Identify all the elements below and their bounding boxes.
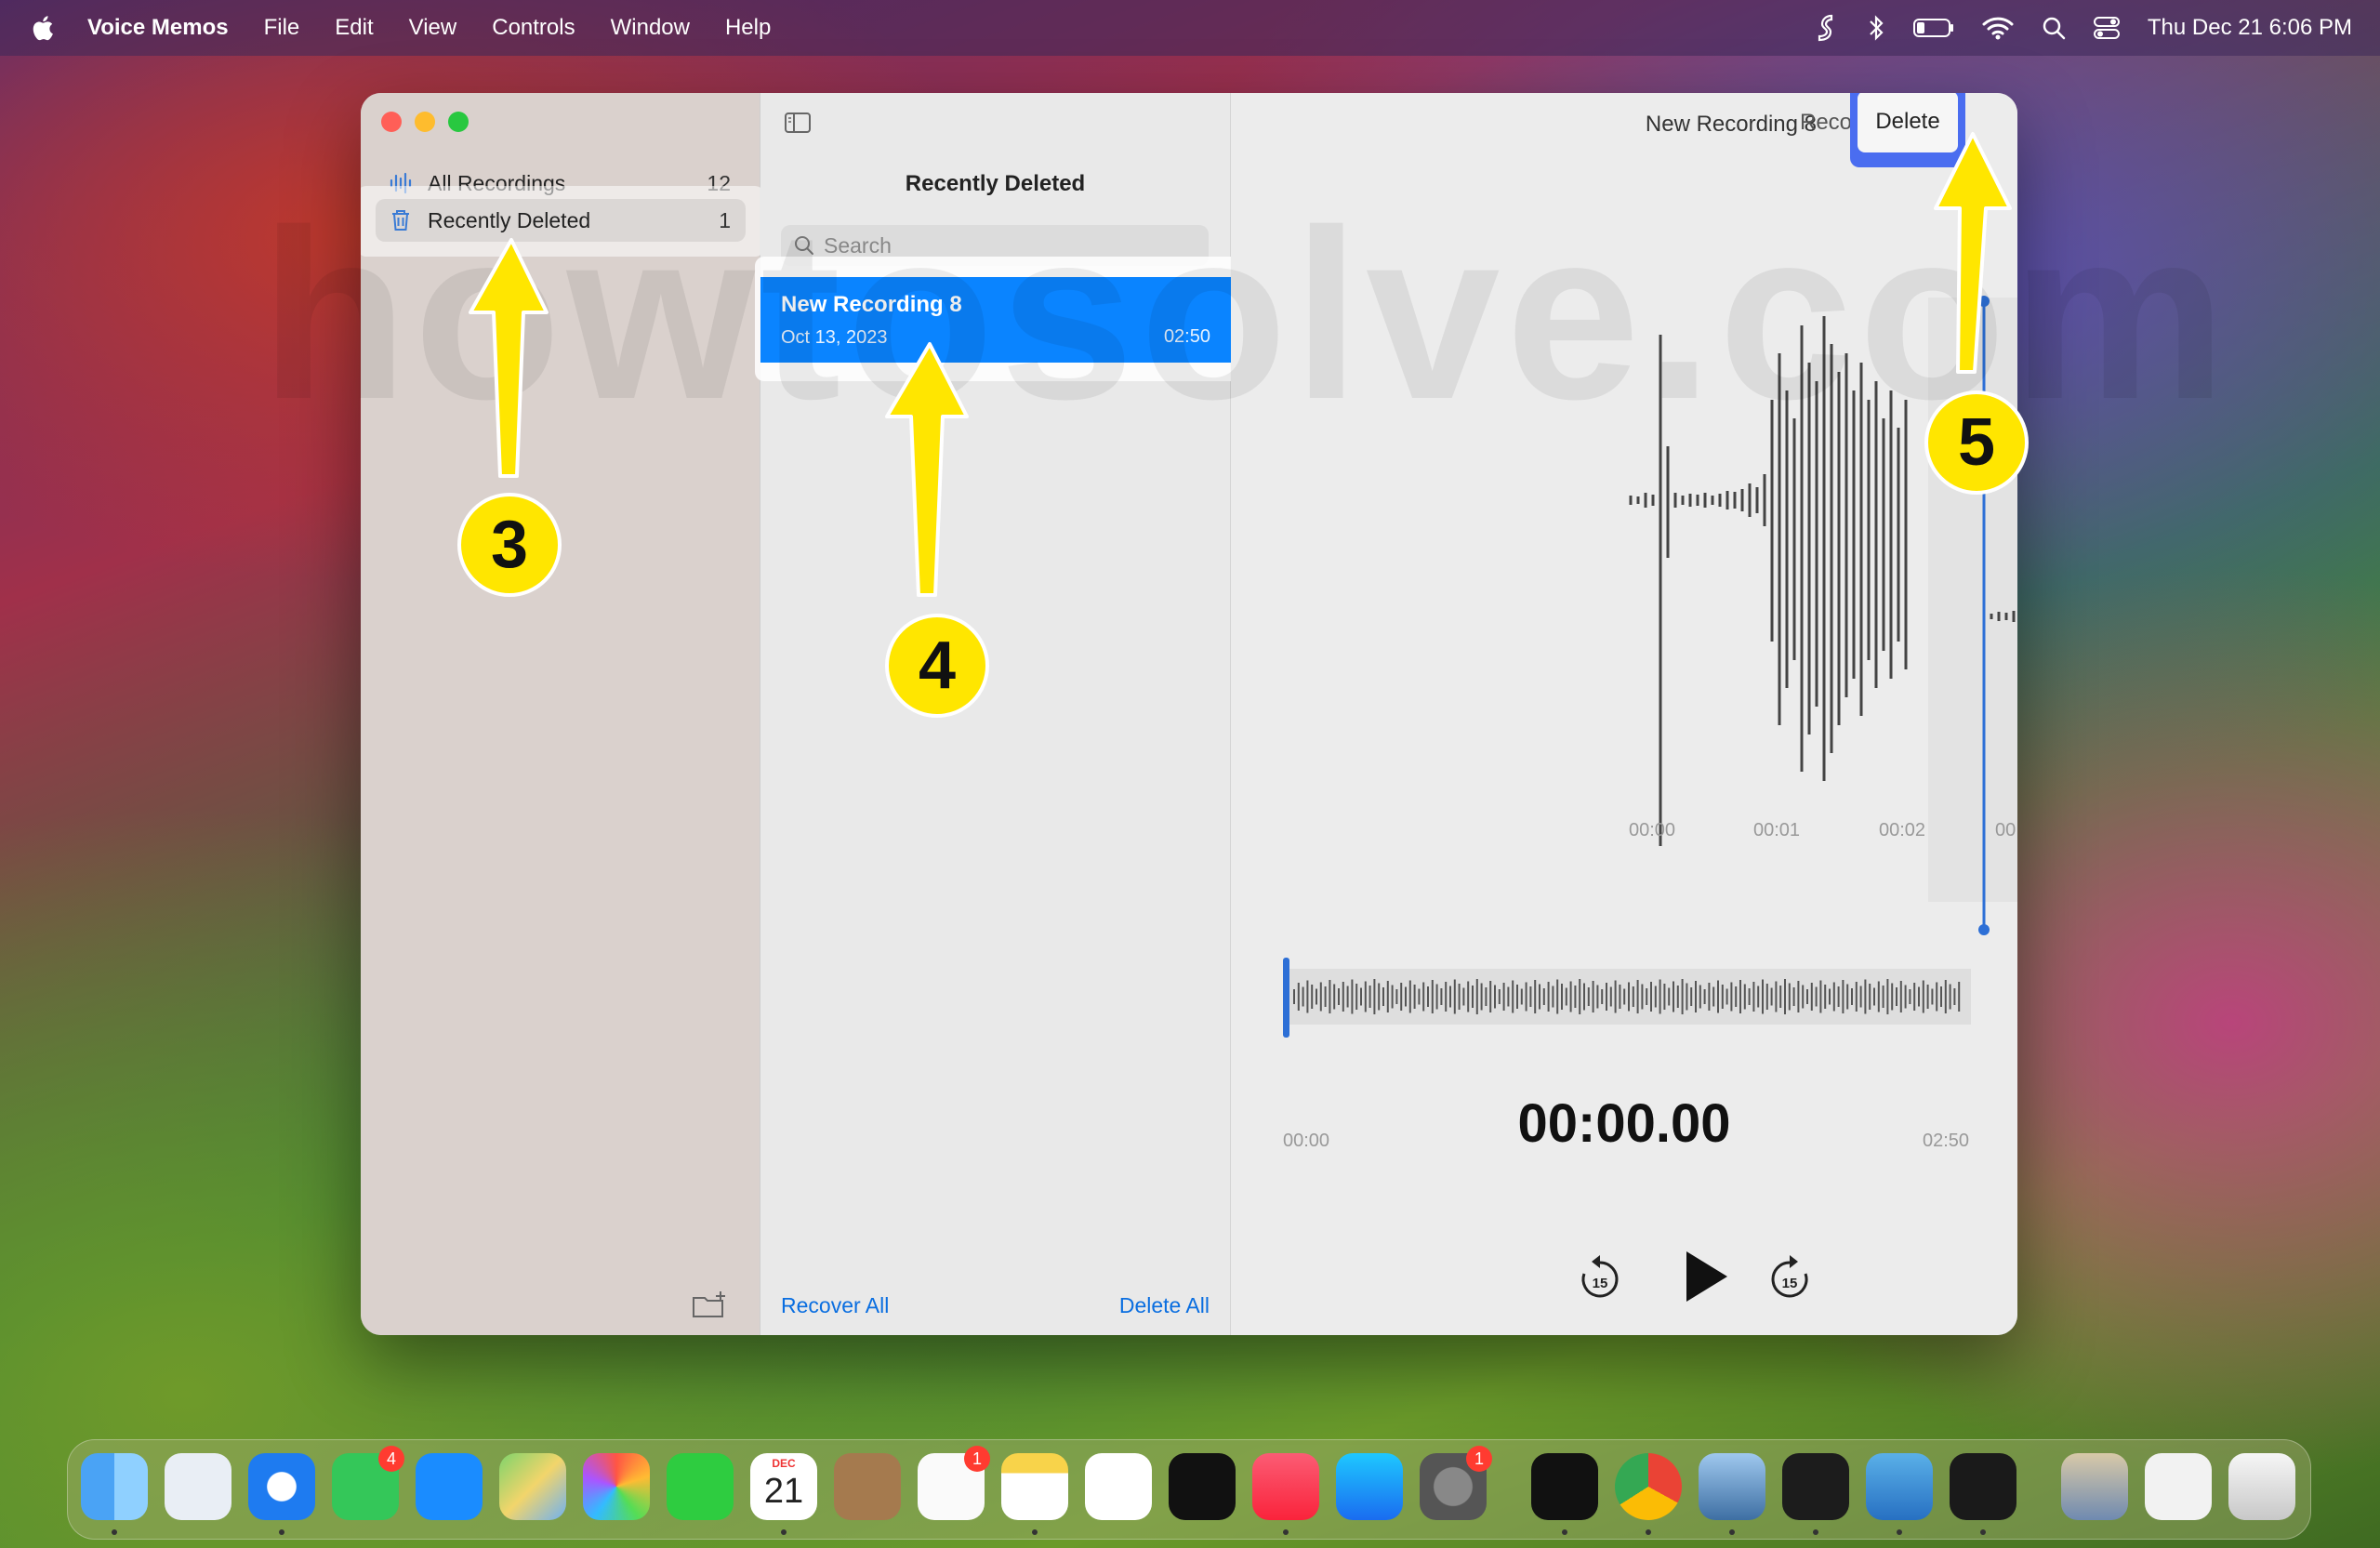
skip-forward-15-icon[interactable]: 15 xyxy=(1768,1253,1811,1302)
play-icon[interactable] xyxy=(1683,1250,1729,1303)
zoom-window-button[interactable] xyxy=(448,112,469,132)
running-indicator xyxy=(1897,1529,1902,1535)
sidebar-toggle-icon[interactable] xyxy=(785,112,811,134)
running-indicator xyxy=(279,1529,284,1535)
running-indicator xyxy=(1283,1529,1289,1535)
menu-window[interactable]: Window xyxy=(611,15,690,41)
running-indicator xyxy=(1646,1529,1651,1535)
annotation-step-3: 3 xyxy=(457,493,562,597)
freeform-icon[interactable] xyxy=(1085,1453,1152,1520)
delete-button[interactable]: Delete xyxy=(1858,93,1958,152)
timeline-label: 00:01 xyxy=(1753,820,1801,840)
photos-icon[interactable] xyxy=(583,1453,650,1520)
notes-icon[interactable] xyxy=(1001,1453,1068,1520)
menu-bar: Voice Memos File Edit View Controls Wind… xyxy=(0,0,2380,56)
window-controls xyxy=(381,112,469,132)
menu-view[interactable]: View xyxy=(409,15,457,41)
timeline-label: 00:02 xyxy=(1879,820,1926,840)
control-center-icon[interactable] xyxy=(2093,16,2120,40)
delete-all-button[interactable]: Delete All xyxy=(1119,1293,1210,1318)
battery-icon[interactable] xyxy=(1912,18,1954,38)
calendar-day: 21 xyxy=(763,1472,804,1511)
menu-app-name[interactable]: Voice Memos xyxy=(87,15,229,41)
skip-back-15-icon[interactable]: 15 xyxy=(1579,1253,1621,1302)
window-title: New Recording 8 xyxy=(1645,112,1817,137)
current-time-display: 00:00.00 xyxy=(1517,1093,1731,1154)
apple-tv-icon[interactable] xyxy=(1169,1453,1236,1520)
running-indicator xyxy=(1032,1529,1038,1535)
calendar-month: DEC xyxy=(772,1457,796,1470)
skip-back-label: 15 xyxy=(1593,1276,1608,1291)
messages-badge: 4 xyxy=(378,1446,404,1472)
dock: 4 DEC 21 1 1 xyxy=(67,1439,2311,1540)
preview-icon[interactable] xyxy=(1699,1453,1765,1520)
bluetooth-icon[interactable] xyxy=(1867,14,1885,42)
menu-file[interactable]: File xyxy=(264,15,300,41)
voice-memos-icon[interactable] xyxy=(1950,1453,2016,1520)
annotation-highlight-delete: Delete xyxy=(1850,93,1965,167)
running-indicator xyxy=(1813,1529,1818,1535)
trash-icon[interactable] xyxy=(2228,1453,2295,1520)
scrivener-icon[interactable] xyxy=(1815,14,1839,42)
mail-icon[interactable] xyxy=(416,1453,483,1520)
menu-controls[interactable]: Controls xyxy=(492,15,575,41)
menubar-clock[interactable]: Thu Dec 21 6:06 PM xyxy=(2148,15,2352,41)
apple-icon[interactable] xyxy=(28,12,60,44)
safari-icon[interactable] xyxy=(248,1453,315,1520)
running-indicator xyxy=(1980,1529,1986,1535)
activity-monitor-icon[interactable] xyxy=(1531,1453,1598,1520)
finder-icon[interactable] xyxy=(81,1453,148,1520)
toolbar: New Recording 8 Recover Delete xyxy=(1231,93,2017,167)
annotation-step-4: 4 xyxy=(885,614,989,718)
new-folder-icon[interactable] xyxy=(691,1290,728,1320)
reminders-badge: 1 xyxy=(964,1446,990,1472)
running-indicator xyxy=(112,1529,117,1535)
recover-all-button[interactable]: Recover All xyxy=(781,1293,889,1318)
app-store-icon[interactable] xyxy=(1336,1453,1403,1520)
timeline-label: 00:00 xyxy=(1629,820,1676,840)
launchpad-icon[interactable] xyxy=(165,1453,231,1520)
menu-help[interactable]: Help xyxy=(725,15,771,41)
facetime-icon[interactable] xyxy=(667,1453,734,1520)
terminal-icon[interactable] xyxy=(1782,1453,1849,1520)
timeline-label: 00 xyxy=(1995,820,2016,840)
minimize-window-button[interactable] xyxy=(415,112,435,132)
scrivener-app-icon[interactable] xyxy=(1866,1453,1933,1520)
playback-controls: 15 15 xyxy=(1231,1246,2017,1311)
chrome-icon[interactable] xyxy=(1615,1453,1682,1520)
calendar-icon[interactable]: DEC 21 xyxy=(750,1453,817,1520)
settings-badge: 1 xyxy=(1466,1446,1492,1472)
wifi-icon[interactable] xyxy=(1982,16,2014,40)
contacts-icon[interactable] xyxy=(834,1453,901,1520)
running-indicator xyxy=(1562,1529,1567,1535)
running-indicator xyxy=(781,1529,787,1535)
spotlight-search-icon[interactable] xyxy=(2042,16,2066,40)
close-window-button[interactable] xyxy=(381,112,402,132)
documents-stack-icon[interactable] xyxy=(2145,1453,2212,1520)
maps-icon[interactable] xyxy=(499,1453,566,1520)
annotation-step-5: 5 xyxy=(1924,390,2029,495)
downloads-stack-icon[interactable] xyxy=(2061,1453,2128,1520)
music-icon[interactable] xyxy=(1252,1453,1319,1520)
running-indicator xyxy=(1729,1529,1735,1535)
skip-forward-label: 15 xyxy=(1782,1276,1798,1291)
menu-edit[interactable]: Edit xyxy=(335,15,373,41)
